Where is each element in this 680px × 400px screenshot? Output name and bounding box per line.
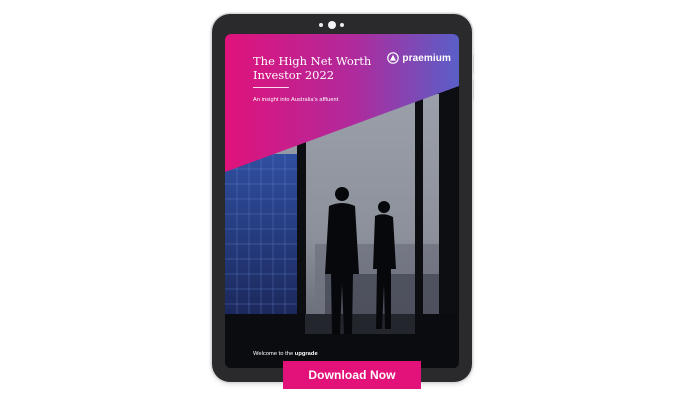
page: The High Net Worth Investor 2022 An insi… — [0, 0, 680, 400]
camera-icon — [328, 21, 336, 29]
cover-banner — [225, 34, 459, 172]
volume-up-button — [472, 54, 474, 74]
brand-logo: praemium — [387, 52, 451, 64]
volume-down-button — [472, 80, 474, 100]
cover-title: The High Net Worth Investor 2022 — [253, 54, 372, 82]
sensor-dot — [319, 23, 323, 27]
welcome-text: Welcome to the upgrade — [253, 351, 318, 357]
tablet-screen: The High Net Worth Investor 2022 An insi… — [225, 34, 459, 368]
welcome-prefix: Welcome to the — [253, 351, 294, 357]
praemium-logo-icon — [387, 52, 400, 64]
title-divider — [253, 87, 289, 88]
camera-bar — [319, 21, 349, 29]
welcome-bold: upgrade — [294, 351, 318, 357]
cover-subtitle: An insight into Australia's affluent — [253, 97, 339, 103]
brand-name: praemium — [402, 52, 451, 64]
sensor-dot — [340, 23, 344, 27]
download-now-button[interactable]: Download Now — [283, 361, 421, 389]
